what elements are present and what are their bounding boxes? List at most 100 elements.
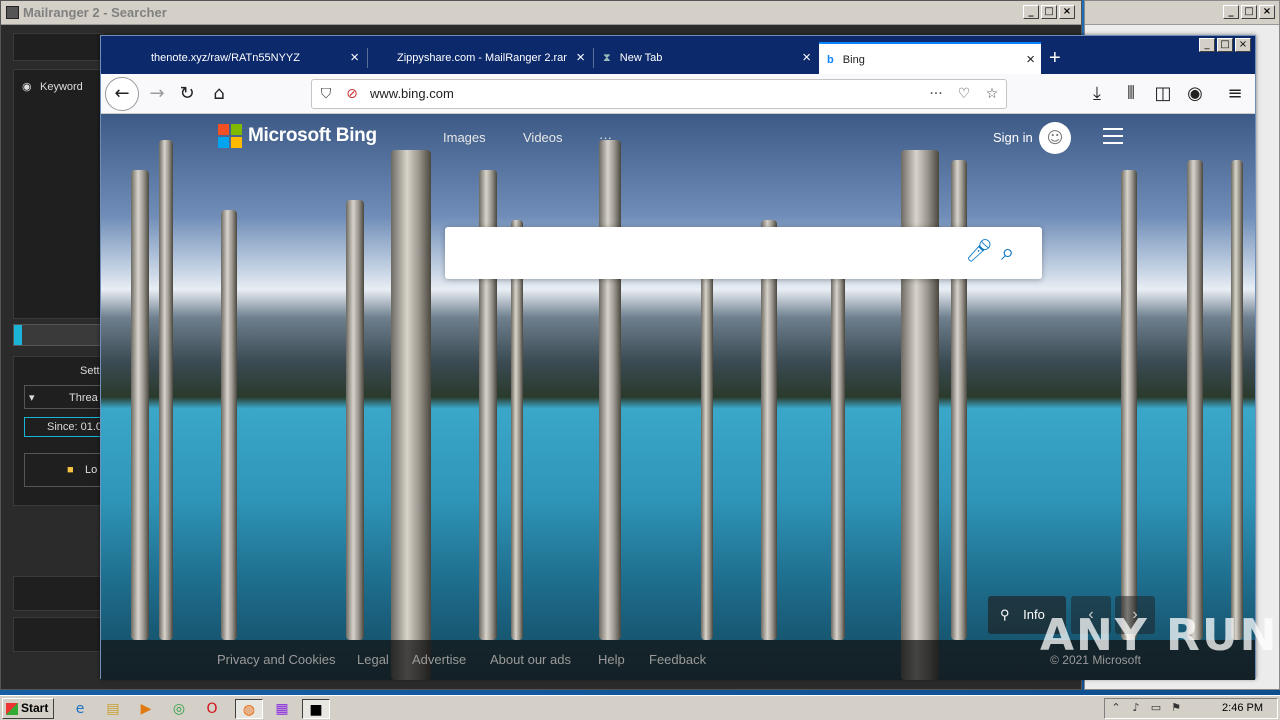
maximize-button[interactable]: □ — [1241, 5, 1257, 19]
minimize-button[interactable]: _ — [1199, 38, 1215, 52]
account-icon[interactable]: ◉ — [1181, 80, 1209, 108]
tab-separator — [367, 48, 368, 68]
nav-videos[interactable]: Videos — [523, 130, 563, 145]
keyword-icon: ◉ — [22, 81, 32, 93]
opera-icon[interactable]: O — [202, 699, 222, 719]
pocket-icon[interactable]: ♡ — [954, 84, 974, 104]
footer-link-advertise[interactable]: Advertise — [412, 640, 466, 680]
footer-link-help[interactable]: Help — [598, 640, 625, 680]
home-button[interactable]: ⌂ — [205, 80, 233, 108]
load-button[interactable]: ■ Lo — [24, 453, 104, 487]
sign-in-link[interactable]: Sign in — [993, 130, 1033, 145]
nav-more[interactable]: ··· — [599, 130, 612, 145]
chevron-down-icon: ▾ — [29, 392, 35, 404]
minimize-button[interactable]: _ — [1023, 5, 1039, 19]
mailranger-title: Mailranger 2 - Searcher — [23, 5, 167, 20]
menu-icon[interactable]: ≡ — [1221, 80, 1249, 108]
background-window-titlebar[interactable]: _ □ × — [1085, 1, 1279, 25]
tree-trunk — [346, 200, 364, 640]
tab-separator — [593, 48, 594, 68]
clock[interactable]: 2:46 PM — [1222, 699, 1263, 718]
firefox-taskbar-button[interactable]: ◍ — [235, 699, 263, 719]
close-button[interactable]: × — [1059, 5, 1075, 19]
tab-label: thenote.xyz/raw/RATn55NYYZ — [151, 52, 300, 64]
tree-trunk — [221, 210, 237, 640]
url-bar[interactable]: ⛉ ⊘ www.bing.com ··· ♡ ☆ — [311, 79, 1007, 109]
maximize-button[interactable]: □ — [1217, 38, 1233, 52]
tree-trunk — [159, 140, 173, 640]
library-icon[interactable]: ⫴ — [1117, 80, 1145, 108]
reload-button[interactable]: ↻ — [173, 80, 201, 108]
bookmark-star-icon[interactable]: ☆ — [982, 84, 1002, 104]
explorer-icon[interactable]: ▤ — [103, 699, 123, 719]
sidebar-icon[interactable]: ◫ — [1149, 80, 1177, 108]
tree-trunk — [1187, 160, 1203, 640]
threads-dropdown[interactable]: ▾ Threa — [24, 385, 104, 409]
bing-logo[interactable]: Microsoft Bing — [218, 124, 377, 148]
tree-trunk — [511, 220, 523, 640]
start-button[interactable]: Start — [2, 698, 54, 719]
tab-bar: thenote.xyz/raw/RATn55NYYZ × Zippyshare.… — [101, 36, 1255, 74]
mailranger-titlebar[interactable]: Mailranger 2 - Searcher _ □ × — [1, 1, 1081, 25]
tree-trunk — [761, 220, 777, 640]
insecure-lock-icon[interactable]: ⊘ — [342, 84, 362, 104]
close-icon[interactable]: × — [802, 42, 811, 74]
app-icon — [6, 6, 19, 19]
footer-link-legal[interactable]: Legal — [357, 640, 389, 680]
flag-icon[interactable]: ⚑ — [1169, 701, 1183, 715]
page-actions-icon[interactable]: ··· — [926, 84, 946, 104]
tab-label: Bing — [842, 54, 865, 66]
maximize-button[interactable]: □ — [1041, 5, 1057, 19]
show-hidden-icons-icon[interactable]: ⌃ — [1109, 701, 1123, 715]
since-label: Since: 01.0 — [47, 421, 103, 433]
chrome-icon[interactable]: ◎ — [169, 699, 189, 719]
mailranger-sidebar: ◉ Keyword Sett ▾ Threa Since: 01.0 ■ Lo — [13, 31, 104, 661]
location-pin-icon: ⚲ — [1000, 607, 1010, 622]
new-tab-button[interactable]: + — [1049, 44, 1061, 72]
close-icon[interactable]: × — [1026, 44, 1035, 74]
microphone-icon[interactable]: 🎤︎ — [965, 239, 993, 264]
progress-bar — [13, 324, 103, 346]
bottom-panel-1 — [13, 576, 103, 611]
ie-icon[interactable]: e — [70, 699, 90, 719]
footer-link-privacy[interactable]: Privacy and Cookies — [217, 640, 336, 680]
mailranger-taskbar-button[interactable]: ■ — [302, 699, 330, 719]
winrar-icon[interactable]: ▦ — [272, 699, 292, 719]
shield-icon[interactable]: ⛉ — [316, 84, 336, 104]
tab-new-tab[interactable]: ⧗ New Tab × — [595, 42, 817, 74]
tab-thenote[interactable]: thenote.xyz/raw/RATn55NYYZ × — [143, 42, 365, 74]
bottom-panel-2 — [13, 617, 103, 652]
hamburger-menu-icon[interactable] — [1103, 128, 1123, 149]
url-text[interactable]: www.bing.com — [370, 80, 454, 108]
network-icon[interactable]: ▭ — [1149, 701, 1163, 715]
tree-trunk — [1231, 160, 1243, 640]
footer-link-feedback[interactable]: Feedback — [649, 640, 706, 680]
microsoft-logo-icon — [218, 124, 242, 148]
top-field[interactable] — [13, 33, 103, 61]
search-input[interactable]: 🎤︎ ⌕ — [445, 227, 1042, 279]
tree-trunk — [131, 170, 149, 640]
system-tray: ⌃ ♪ ▭ ⚑ 2:46 PM — [1104, 698, 1278, 719]
close-icon[interactable]: × — [350, 42, 359, 74]
forward-button[interactable]: → — [143, 80, 171, 108]
media-player-icon[interactable]: ▶ — [136, 699, 156, 719]
close-icon[interactable]: × — [576, 42, 585, 74]
tab-label: New Tab — [619, 52, 663, 64]
footer-link-about-ads[interactable]: About our ads — [490, 640, 571, 680]
back-button[interactable]: ← — [105, 77, 139, 111]
since-field[interactable]: Since: 01.0 — [24, 417, 104, 437]
tab-zippyshare[interactable]: Zippyshare.com - MailRanger 2.rar × — [369, 42, 591, 74]
settings-label: Sett — [80, 365, 100, 377]
search-icon[interactable]: ⌕ — [1001, 238, 1014, 266]
downloads-icon[interactable]: ⤓ — [1083, 80, 1111, 108]
keyword-label[interactable]: Keyword — [40, 81, 83, 93]
volume-icon[interactable]: ♪ — [1129, 701, 1143, 715]
nav-images[interactable]: Images — [443, 130, 486, 145]
close-button[interactable]: × — [1259, 5, 1275, 19]
load-label: Lo — [85, 464, 98, 476]
minimize-button[interactable]: _ — [1223, 5, 1239, 19]
close-button[interactable]: × — [1235, 38, 1251, 52]
user-avatar-icon[interactable]: ☺ — [1039, 122, 1071, 154]
bing-page: Microsoft Bing Images Videos ··· Sign in… — [101, 114, 1255, 680]
tab-bing[interactable]: b Bing × — [819, 42, 1041, 74]
